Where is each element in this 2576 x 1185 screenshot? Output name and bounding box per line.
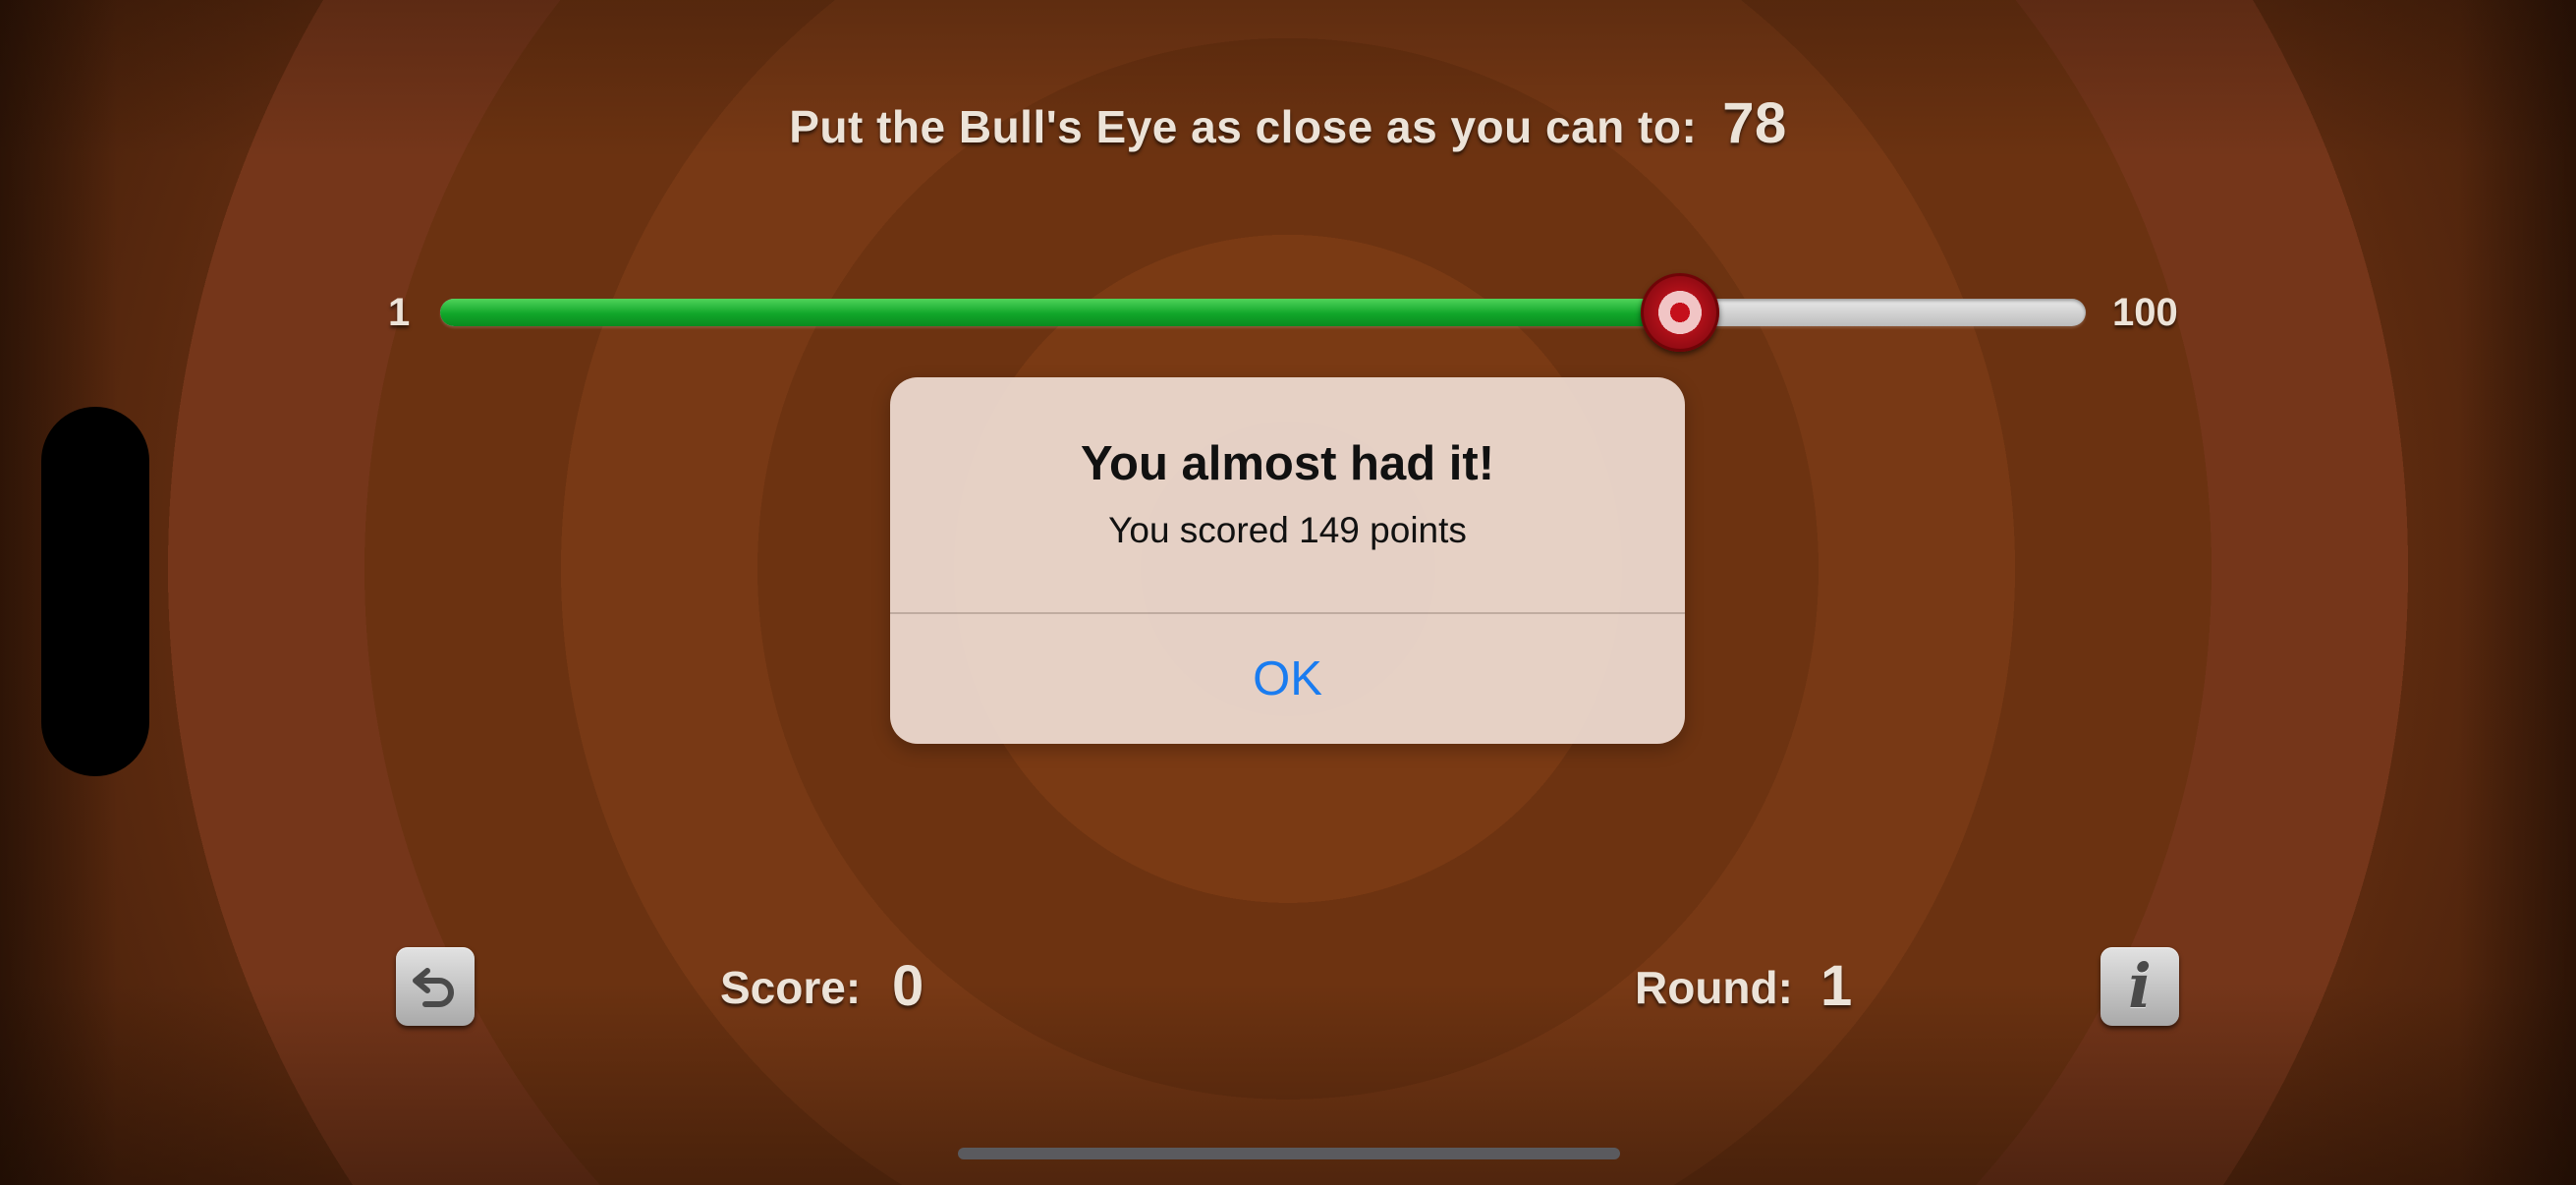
alert-message: You scored 149 points [1108, 510, 1467, 550]
slider-track[interactable] [440, 299, 2086, 326]
alert-ok-button[interactable]: OK [890, 614, 1685, 744]
slider-fill [440, 299, 1680, 326]
alert-title: You almost had it! [1080, 437, 1495, 490]
restart-icon [413, 968, 454, 1007]
info-icon: i [2128, 950, 2152, 1022]
target-value: 78 [1722, 91, 1787, 155]
restart-button[interactable] [396, 947, 475, 1026]
slider-max-label: 100 [2112, 291, 2178, 334]
target-prompt: Put the Bull's Eye as close as you can t… [0, 90, 2576, 156]
camera-cutout [41, 407, 149, 776]
round-label: Round: [1635, 962, 1793, 1013]
round-value: 1 [1820, 954, 1853, 1018]
score-alert: You almost had it! You scored 149 points… [890, 377, 1685, 744]
bullseye-slider-thumb[interactable] [1640, 273, 1719, 352]
target-prompt-label: Put the Bull's Eye as close as you can t… [789, 101, 1698, 152]
score-label: Score: [720, 962, 862, 1013]
score-value: 0 [892, 954, 924, 1018]
home-indicator[interactable] [958, 1148, 1620, 1159]
slider-min-label: 1 [388, 291, 411, 334]
info-button[interactable]: i [2100, 947, 2179, 1026]
